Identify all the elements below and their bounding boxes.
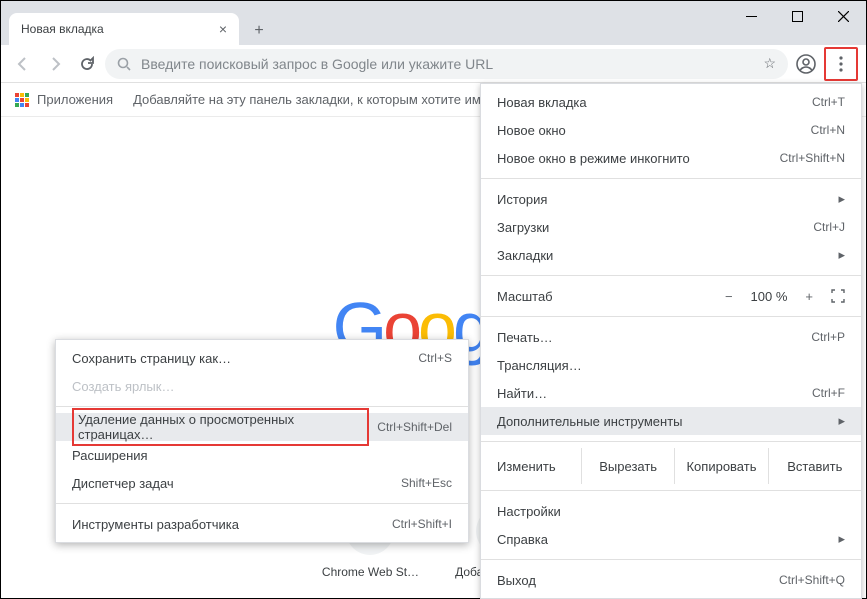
menu-item-bookmarks[interactable]: Закладки ▸ xyxy=(481,241,861,269)
window-maximize-button[interactable] xyxy=(774,1,820,31)
menu-item-downloads[interactable]: Загрузки Ctrl+J xyxy=(481,213,861,241)
window-minimize-button[interactable] xyxy=(728,1,774,31)
menu-label: Настройки xyxy=(497,504,561,519)
menu-separator xyxy=(481,559,861,560)
menu-label: Масштаб xyxy=(497,289,553,304)
window-close-button[interactable] xyxy=(820,1,866,31)
omnibox[interactable]: Введите поисковый запрос в Google или ук… xyxy=(105,49,788,79)
menu-label: Дополнительные инструменты xyxy=(497,414,683,429)
more-button-highlight xyxy=(824,47,858,81)
menu-shortcut: Ctrl+Shift+N xyxy=(780,151,845,165)
menu-separator xyxy=(481,178,861,179)
apps-icon[interactable] xyxy=(15,93,29,107)
menu-separator xyxy=(481,490,861,491)
new-tab-button[interactable]: + xyxy=(245,17,273,45)
menu-label: Загрузки xyxy=(497,220,549,235)
back-button[interactable] xyxy=(9,50,37,78)
menu-shortcut: Ctrl+N xyxy=(811,123,845,137)
menu-item-new-window[interactable]: Новое окно Ctrl+N xyxy=(481,116,861,144)
menu-shortcut: Ctrl+J xyxy=(813,220,845,234)
forward-button[interactable] xyxy=(41,50,69,78)
menu-label: Инструменты разработчика xyxy=(72,517,239,532)
toolbar: Введите поисковый запрос в Google или ук… xyxy=(1,45,866,83)
bookmark-star-icon[interactable]: ☆ xyxy=(763,55,776,72)
menu-item-help[interactable]: Справка ▸ xyxy=(481,525,861,553)
menu-shortcut: Ctrl+T xyxy=(812,95,845,109)
menu-copy-button[interactable]: Копировать xyxy=(674,448,767,484)
menu-shortcut: Ctrl+P xyxy=(811,330,845,344)
menu-separator xyxy=(56,503,468,504)
menu-separator xyxy=(481,441,861,442)
chevron-right-icon: ▸ xyxy=(838,247,845,263)
tab-close-icon[interactable]: × xyxy=(219,21,227,37)
menu-label: Диспетчер задач xyxy=(72,476,174,491)
menu-separator xyxy=(56,406,468,407)
zoom-in-button[interactable]: + xyxy=(805,289,813,304)
chevron-right-icon: ▸ xyxy=(838,191,845,207)
window-controls xyxy=(728,1,866,31)
menu-label: Найти… xyxy=(497,386,547,401)
menu-item-zoom: Масштаб − 100 % + xyxy=(481,282,861,310)
menu-item-incognito[interactable]: Новое окно в режиме инкогнито Ctrl+Shift+… xyxy=(481,144,861,172)
menu-label: Новое окно xyxy=(497,123,566,138)
menu-label: Трансляция… xyxy=(497,358,582,373)
menu-item-more-tools[interactable]: Дополнительные инструменты ▸ xyxy=(481,407,861,435)
menu-label: Выход xyxy=(497,573,536,588)
more-tools-submenu: Сохранить страницу как… Ctrl+S Создать яр… xyxy=(55,339,469,543)
menu-paste-button[interactable]: Вставить xyxy=(768,448,861,484)
menu-edit-label: Изменить xyxy=(481,448,581,484)
menu-shortcut: Ctrl+F xyxy=(812,386,845,400)
menu-item-cast[interactable]: Трансляция… xyxy=(481,351,861,379)
reload-button[interactable] xyxy=(73,50,101,78)
search-icon xyxy=(117,57,131,71)
menu-shortcut: Shift+Esc xyxy=(401,476,452,490)
menu-label: Новое окно в режиме инкогнито xyxy=(497,151,690,166)
menu-label: Создать ярлык… xyxy=(72,379,174,394)
tab-title: Новая вкладка xyxy=(21,22,104,36)
menu-cut-button[interactable]: Вырезать xyxy=(581,448,674,484)
fullscreen-icon[interactable] xyxy=(831,289,845,303)
menu-item-exit[interactable]: Выход Ctrl+Shift+Q xyxy=(481,566,861,594)
submenu-item-create-shortcut: Создать ярлык… xyxy=(56,372,468,400)
chrome-menu: Новая вкладка Ctrl+T Новое окно Ctrl+N Нов… xyxy=(480,83,862,599)
menu-item-new-tab[interactable]: Новая вкладка Ctrl+T xyxy=(481,88,861,116)
menu-item-history[interactable]: История ▸ xyxy=(481,185,861,213)
submenu-item-dev-tools[interactable]: Инструменты разработчика Ctrl+Shift+I xyxy=(56,510,468,538)
menu-item-settings[interactable]: Настройки xyxy=(481,497,861,525)
submenu-item-clear-browsing-data[interactable]: Удаление данных о просмотренных страница… xyxy=(56,413,468,441)
menu-label: История xyxy=(497,192,547,207)
zoom-out-button[interactable]: − xyxy=(725,289,733,304)
shortcut-label: Chrome Web St… xyxy=(322,565,419,579)
active-tab[interactable]: Новая вкладка × xyxy=(9,13,239,45)
menu-label: Новая вкладка xyxy=(497,95,587,110)
menu-separator xyxy=(481,275,861,276)
menu-label: Расширения xyxy=(72,448,148,463)
chevron-right-icon: ▸ xyxy=(838,531,845,547)
menu-shortcut: Ctrl+Shift+Del xyxy=(377,420,452,434)
apps-label[interactable]: Приложения xyxy=(37,92,113,107)
zoom-value: 100 % xyxy=(751,289,788,304)
more-menu-button[interactable] xyxy=(827,50,855,78)
submenu-item-save-page[interactable]: Сохранить страницу как… Ctrl+S xyxy=(56,344,468,372)
menu-label: Справка xyxy=(497,532,548,547)
menu-label: Сохранить страницу как… xyxy=(72,351,231,366)
menu-item-print[interactable]: Печать… Ctrl+P xyxy=(481,323,861,351)
menu-separator xyxy=(481,316,861,317)
menu-shortcut: Ctrl+Shift+I xyxy=(392,517,452,531)
chevron-right-icon: ▸ xyxy=(838,413,845,429)
menu-label: Удаление данных о просмотренных страница… xyxy=(72,408,369,446)
omnibox-placeholder: Введите поисковый запрос в Google или ук… xyxy=(141,56,493,72)
menu-shortcut: Ctrl+Shift+Q xyxy=(779,573,845,587)
menu-shortcut: Ctrl+S xyxy=(418,351,452,365)
menu-item-find[interactable]: Найти… Ctrl+F xyxy=(481,379,861,407)
menu-edit-row: Изменить Вырезать Копировать Вставить xyxy=(481,448,861,484)
submenu-item-task-manager[interactable]: Диспетчер задач Shift+Esc xyxy=(56,469,468,497)
profile-button[interactable] xyxy=(792,50,820,78)
bookmarks-hint: Добавляйте на эту панель закладки, к кот… xyxy=(133,92,500,107)
menu-label: Закладки xyxy=(497,248,553,263)
menu-label: Печать… xyxy=(497,330,553,345)
